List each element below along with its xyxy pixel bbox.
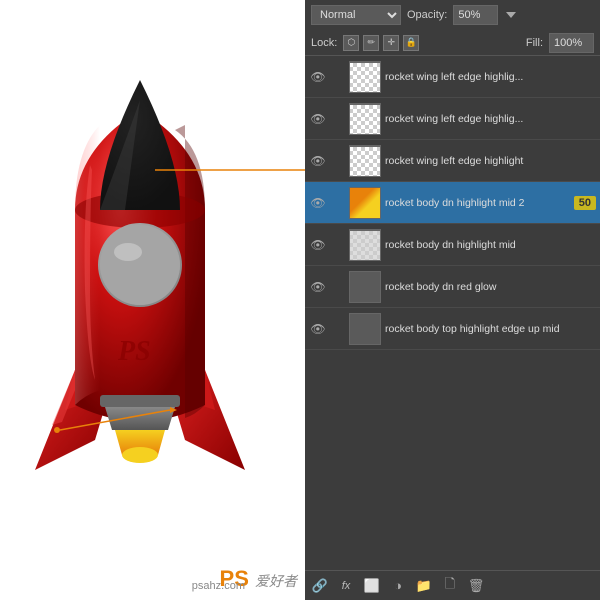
layer-link-icon — [331, 70, 345, 84]
layer-name: rocket wing left edge highlig... — [385, 113, 596, 125]
layer-name: rocket body dn red glow — [385, 281, 596, 293]
opacity-input[interactable] — [453, 5, 498, 25]
lock-icons: ⬡ ✏ ✛ 🔒 — [343, 35, 419, 51]
lock-label: Lock: — [311, 37, 337, 49]
layer-link-icon — [331, 322, 345, 336]
layer-item[interactable]: 👁 rocket body dn highlight mid — [305, 224, 600, 266]
left-panel: PS PS 爱好者 psahz.com — [0, 0, 305, 600]
layer-name: rocket body dn highlight mid — [385, 239, 596, 251]
all-lock-icon[interactable]: 🔒 — [403, 35, 419, 51]
layer-item[interactable]: 👁 rocket body dn red glow — [305, 266, 600, 308]
layer-visibility-toggle[interactable]: 👁 — [309, 110, 327, 128]
fill-input[interactable] — [549, 33, 594, 53]
layer-visibility-toggle[interactable]: 👁 — [309, 320, 327, 338]
folder-icon[interactable]: 📁 — [415, 577, 433, 595]
layers-bottom-bar: 🔗 fx ⬜ ◑ 📁 🗋 🗑 — [305, 570, 600, 600]
fill-label: Fill: — [526, 37, 543, 49]
layer-name: rocket body top highlight edge up mid — [385, 323, 596, 335]
new-layer-icon[interactable]: 🗋 — [441, 577, 459, 595]
brush-lock-icon[interactable]: ✏ — [363, 35, 379, 51]
layer-thumbnail — [349, 313, 381, 345]
layer-link-icon — [331, 154, 345, 168]
layers-list: 👁 rocket wing left edge highlig... 👁 roc… — [305, 56, 600, 570]
layer-item[interactable]: 👁 rocket wing left edge highlight — [305, 140, 600, 182]
watermark-domain: psahz.com — [192, 580, 245, 592]
layer-visibility-toggle[interactable]: 👁 — [309, 68, 327, 86]
layers-panel: Normal Opacity: Lock: ⬡ ✏ ✛ 🔒 Fill: 👁 ro… — [305, 0, 600, 600]
layer-item-active[interactable]: 👁 rocket body dn highlight mid 2 50 — [305, 182, 600, 224]
rocket-illustration: PS — [10, 10, 295, 570]
mask-icon[interactable]: ⬜ — [363, 577, 381, 595]
blend-mode-select[interactable]: Normal — [311, 5, 401, 25]
layer-visibility-toggle[interactable]: 👁 — [309, 194, 327, 212]
lock-bar: Lock: ⬡ ✏ ✛ 🔒 Fill: — [305, 30, 600, 56]
opacity-arrow-icon — [504, 8, 518, 22]
fx-icon[interactable]: fx — [337, 577, 355, 595]
layer-thumbnail — [349, 61, 381, 93]
position-lock-icon[interactable]: ✛ — [383, 35, 399, 51]
layer-item[interactable]: 👁 rocket wing left edge highlig... — [305, 98, 600, 140]
delete-icon[interactable]: 🗑 — [467, 577, 485, 595]
link-icon[interactable]: 🔗 — [311, 577, 329, 595]
checkerboard-lock-icon[interactable]: ⬡ — [343, 35, 359, 51]
layer-name: rocket wing left edge highlight — [385, 155, 596, 167]
layer-item[interactable]: 👁 rocket body top highlight edge up mid — [305, 308, 600, 350]
layer-visibility-toggle[interactable]: 👁 — [309, 278, 327, 296]
layer-link-icon — [331, 196, 345, 210]
layer-name: rocket body dn highlight mid 2 — [385, 197, 570, 209]
layer-thumbnail — [349, 271, 381, 303]
layer-thumbnail — [349, 103, 381, 135]
layer-link-icon — [331, 238, 345, 252]
layer-name: rocket wing left edge highlig... — [385, 71, 596, 83]
opacity-label: Opacity: — [407, 9, 447, 21]
layer-link-icon — [331, 112, 345, 126]
svg-text:PS: PS — [117, 336, 151, 367]
adjustment-icon[interactable]: ◑ — [389, 577, 407, 595]
layer-visibility-toggle[interactable]: 👁 — [309, 236, 327, 254]
layer-opacity-badge: 50 — [574, 196, 596, 210]
layer-link-icon — [331, 280, 345, 294]
layer-options-bar: Normal Opacity: — [305, 0, 600, 30]
layer-item[interactable]: 👁 rocket wing left edge highlig... — [305, 56, 600, 98]
layer-thumbnail — [349, 229, 381, 261]
layer-thumbnail — [349, 187, 381, 219]
layer-visibility-toggle[interactable]: 👁 — [309, 152, 327, 170]
layer-thumbnail — [349, 145, 381, 177]
